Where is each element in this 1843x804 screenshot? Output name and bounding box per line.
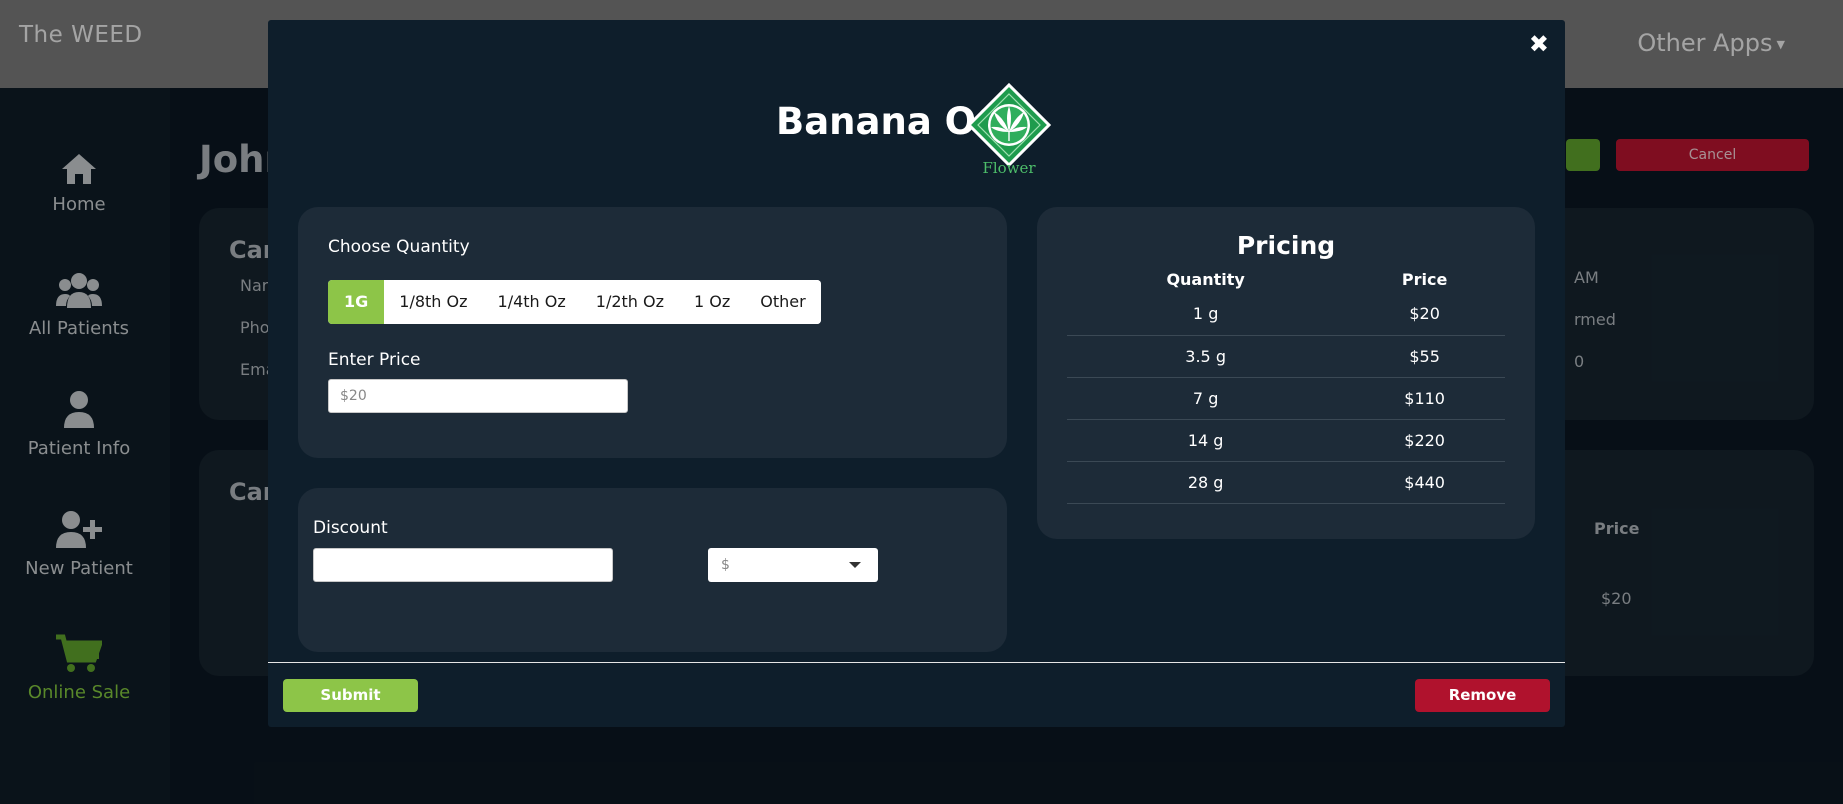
modal-footer-divider	[268, 662, 1565, 663]
close-icon[interactable]: ✖	[1529, 30, 1549, 58]
table-row: 3.5 g $55	[1067, 335, 1505, 378]
pricing-price-cell: $220	[1344, 419, 1505, 462]
quantity-label: Choose Quantity	[328, 237, 470, 257]
caret-down-icon	[849, 562, 861, 568]
pricing-quantity-cell: 7 g	[1067, 377, 1345, 420]
pricing-panel: Pricing Quantity Price 1 g $20 3.5 g $55	[1037, 207, 1535, 539]
quantity-option-1g[interactable]: 1G	[328, 280, 385, 324]
quantity-option-half-oz[interactable]: 1/2th Oz	[580, 280, 680, 324]
pricing-header-row: Quantity Price	[1067, 265, 1505, 293]
pricing-price-cell: $440	[1344, 461, 1505, 504]
pricing-quantity-cell: 3.5 g	[1067, 335, 1345, 378]
table-row: 1 g $20	[1067, 293, 1505, 336]
price-label: Enter Price	[328, 350, 421, 370]
pricing-table: Quantity Price 1 g $20 3.5 g $55 7 g $11…	[1067, 265, 1505, 504]
quantity-option-quarter-oz[interactable]: 1/4th Oz	[482, 280, 581, 324]
discount-panel: Discount $	[298, 488, 1007, 652]
discount-label: Discount	[313, 518, 388, 538]
pricing-quantity-cell: 1 g	[1067, 293, 1345, 336]
pricing-header-price: Price	[1401, 269, 1448, 289]
submit-button[interactable]: Submit	[283, 679, 418, 712]
pricing-title: Pricing	[1236, 231, 1336, 260]
pricing-price-cell: $20	[1344, 293, 1505, 336]
category-label: Flower	[982, 159, 1036, 177]
quantity-option-1-oz[interactable]: 1 Oz	[679, 280, 746, 324]
product-modal: ✖ Banana OG Flower Choose Quantity 1G 1/…	[268, 20, 1565, 727]
quantity-selector: 1G 1/8th Oz 1/4th Oz 1/2th Oz 1 Oz Other	[328, 280, 821, 324]
discount-unit-select[interactable]: $	[708, 548, 878, 582]
discount-unit-value: $	[721, 557, 730, 573]
pricing-price-cell: $110	[1344, 377, 1505, 420]
pricing-quantity-cell: 14 g	[1067, 419, 1345, 462]
pricing-header-quantity: Quantity	[1166, 269, 1245, 289]
discount-input[interactable]	[313, 548, 613, 582]
quantity-panel: Choose Quantity 1G 1/8th Oz 1/4th Oz 1/2…	[298, 207, 1007, 458]
pricing-price-cell: $55	[1344, 335, 1505, 378]
pricing-quantity-cell: 28 g	[1067, 461, 1345, 504]
quantity-option-other[interactable]: Other	[745, 280, 821, 324]
quantity-option-eighth-oz[interactable]: 1/8th Oz	[384, 280, 483, 324]
remove-button[interactable]: Remove	[1415, 679, 1550, 712]
price-input[interactable]: $20	[328, 379, 628, 413]
table-row: 7 g $110	[1067, 377, 1505, 420]
table-row: 28 g $440	[1067, 461, 1505, 504]
table-row: 14 g $220	[1067, 419, 1505, 462]
